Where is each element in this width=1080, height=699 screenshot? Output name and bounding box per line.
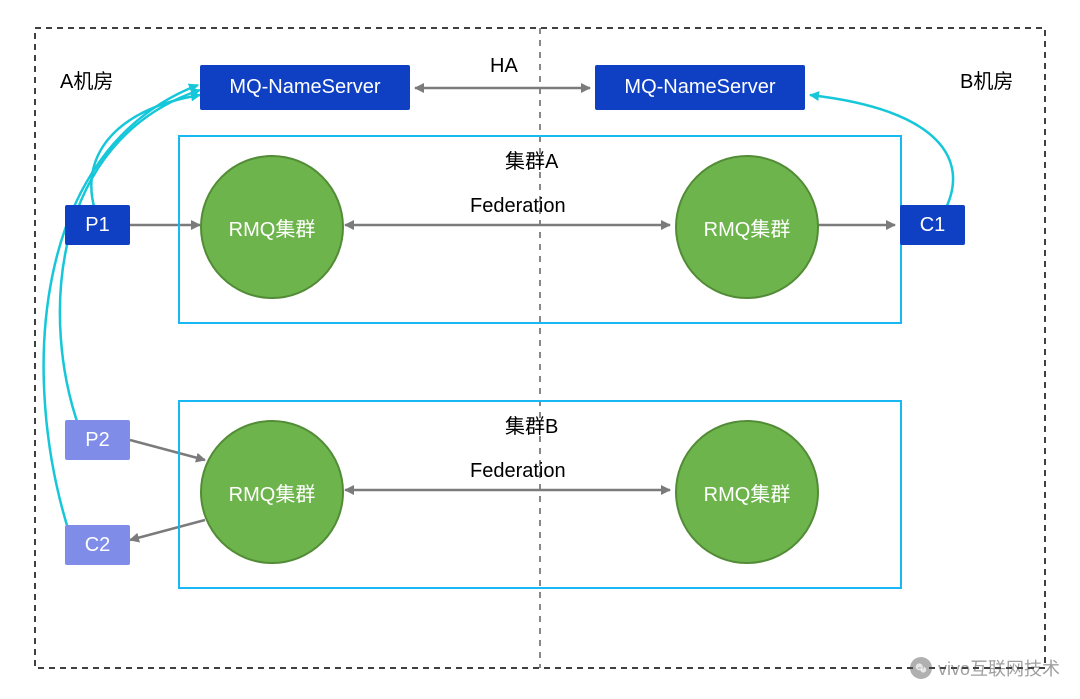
client-c1: C1 — [900, 205, 965, 245]
watermark-text: vivo互联网技术 — [938, 655, 1060, 681]
nameserver-left: MQ-NameServer — [200, 65, 410, 110]
cluster-b-node-left: RMQ集群 — [200, 420, 344, 564]
cluster-a-node-left: RMQ集群 — [200, 155, 344, 299]
watermark: vivo互联网技术 — [910, 655, 1060, 681]
cluster-a-title: 集群A — [505, 145, 558, 174]
cluster-a-node-right: RMQ集群 — [675, 155, 819, 299]
datacenter-b-label: B机房 — [960, 65, 1013, 94]
cluster-a-link-label: Federation — [470, 195, 566, 218]
cluster-b-node-right: RMQ集群 — [675, 420, 819, 564]
cluster-b-link-label: Federation — [470, 460, 566, 483]
wechat-icon — [910, 657, 932, 679]
client-p1: P1 — [65, 205, 130, 245]
ha-link-label: HA — [490, 55, 518, 78]
cluster-b-title: 集群B — [505, 410, 558, 439]
diagram-canvas — [0, 0, 1080, 699]
nameserver-right: MQ-NameServer — [595, 65, 805, 110]
client-p2: P2 — [65, 420, 130, 460]
client-c2: C2 — [65, 525, 130, 565]
datacenter-a-label: A机房 — [60, 65, 113, 94]
